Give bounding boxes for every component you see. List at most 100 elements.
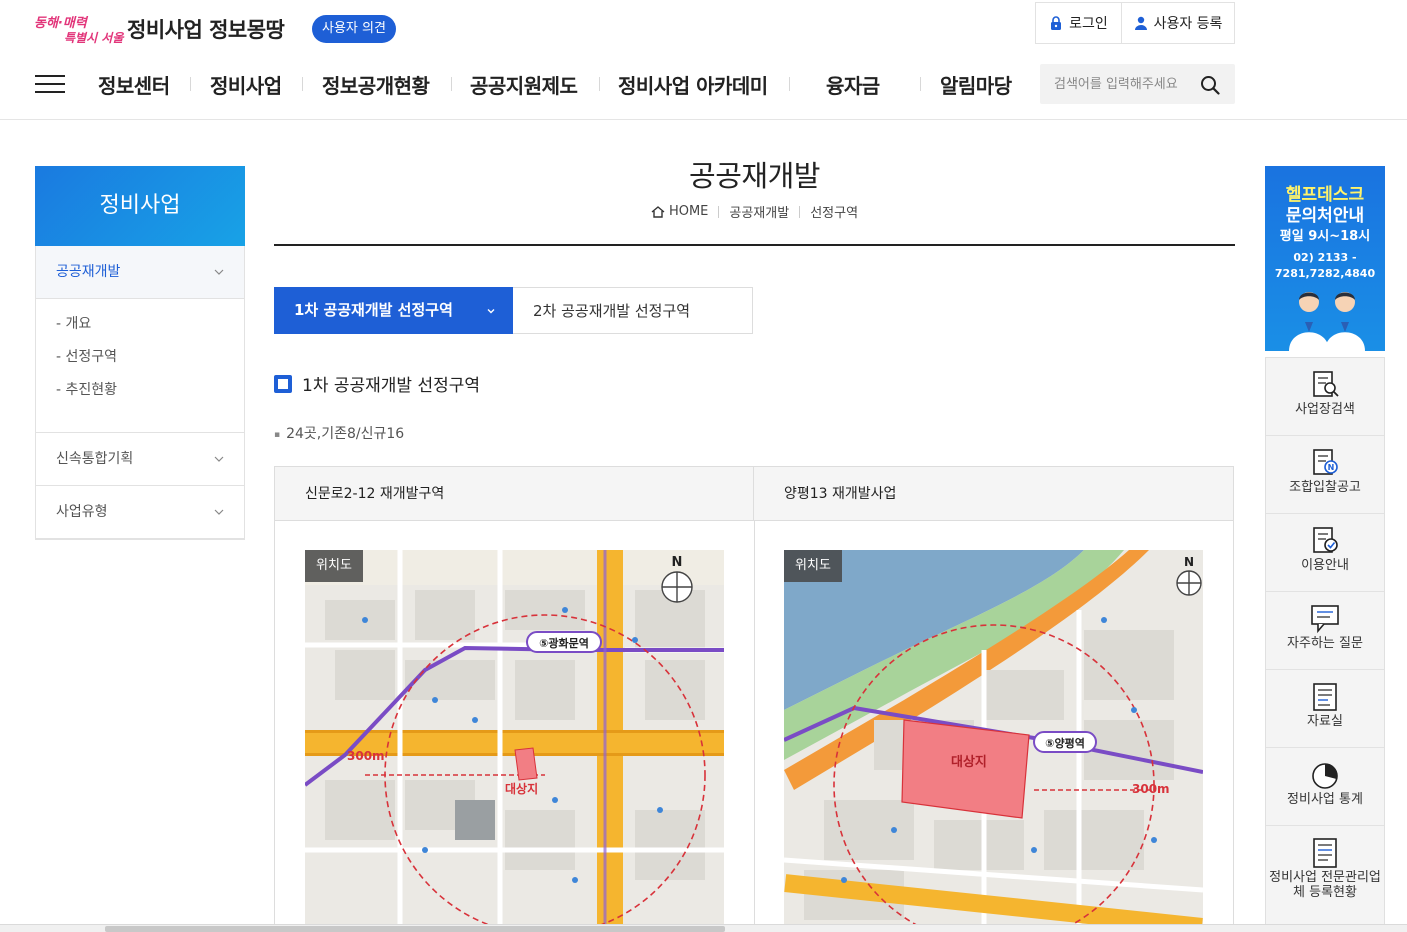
map-radius-label: 300m	[1132, 782, 1170, 796]
quick-item-label: 조합입찰공고	[1289, 480, 1361, 495]
gnb-item-info-center[interactable]: 정보센터	[98, 70, 170, 99]
helpdesk-subtitle: 문의처안내	[1285, 206, 1365, 226]
sidebar-item-label: 사업유형	[56, 504, 108, 520]
location-map-yangpyeong[interactable]: 위치도 ⑤양평역 대상지 300m N	[784, 550, 1203, 930]
card-title-sinmunro: 신문로2-12 재개발구역	[275, 467, 754, 521]
gnb-item-academy[interactable]: 정비사업 아카데미	[618, 70, 768, 99]
quick-item-statistics[interactable]: 정비사업 통계	[1266, 748, 1384, 826]
quick-item-bid-notice[interactable]: N 조합입찰공고	[1266, 436, 1384, 514]
document-search-icon	[1313, 371, 1339, 397]
sidebar-item-label: 신속통합기획	[56, 451, 134, 467]
user-opinion-button[interactable]: 사용자 의견	[312, 15, 396, 43]
search-input[interactable]	[1054, 74, 1194, 94]
area-cards: 신문로2-12 재개발구역 양평13 재개발사업 위치도 ⑤광화문역 300m …	[274, 466, 1234, 932]
lock-icon	[1051, 16, 1062, 30]
section-title-text: 1차 공공재개발 선정구역	[302, 376, 481, 396]
page-title: 공공재개발	[689, 159, 820, 193]
quick-item-label: 정비사업 전문관리업체 등록현황	[1269, 870, 1381, 900]
sidebar-sub-overview[interactable]: - 개요	[56, 313, 244, 346]
quick-item-label: 자주하는 질문	[1287, 636, 1363, 651]
seoul-logo[interactable]: 동해·매력 특별시 서울	[34, 12, 124, 48]
registry-document-icon	[1313, 838, 1337, 868]
quick-menu: 사업장검색 N 조합입찰공고 이용안내 자주하는 질문 자료실 정비사업 통계 …	[1265, 357, 1385, 932]
sidebar-title: 정비사업	[35, 166, 245, 246]
login-button[interactable]: 로그인	[1036, 3, 1122, 43]
chevron-down-icon	[214, 456, 224, 462]
sidebar-sub-progress[interactable]: - 추진현황	[56, 379, 244, 412]
chevron-down-icon	[487, 309, 495, 314]
gnb-item-public-support[interactable]: 공공지원제도	[470, 70, 578, 99]
breadcrumb: HOME 공공재개발 선정구역	[274, 202, 1235, 221]
home-icon	[651, 205, 665, 218]
map-target-label: 대상지	[951, 755, 987, 770]
horizontal-scrollbar[interactable]	[0, 924, 1407, 932]
sidebar-item-public-redevelopment[interactable]: 공공재개발	[36, 246, 244, 299]
document-new-icon: N	[1313, 449, 1338, 475]
user-icon	[1134, 16, 1147, 30]
archive-document-icon	[1313, 683, 1337, 711]
quick-item-label: 사업장검색	[1295, 402, 1355, 417]
map-label: 위치도	[305, 550, 363, 582]
chat-document-icon	[1311, 605, 1339, 634]
gnb-item-loan[interactable]: 융자금	[826, 70, 880, 99]
scrollbar-thumb[interactable]	[105, 926, 725, 932]
quick-item-faq[interactable]: 자주하는 질문	[1266, 592, 1384, 670]
register-label: 사용자 등록	[1153, 16, 1223, 32]
svg-text:N: N	[1328, 463, 1335, 472]
map-target-label: 대상지	[505, 781, 538, 796]
gnb-divider	[302, 77, 303, 91]
breadcrumb-current[interactable]: 선정구역	[810, 202, 858, 221]
site-title[interactable]: 정비사업 정보몽땅	[127, 14, 285, 44]
tab-label: 2차 공공재개발 선정구역	[533, 302, 691, 320]
utility-menu: 로그인 사용자 등록	[1035, 2, 1235, 44]
gnb-divider	[599, 77, 600, 91]
helpdesk-phone: 02) 2133 - 7281,7282,4840	[1274, 251, 1376, 280]
chevron-down-icon	[214, 269, 224, 275]
page-root: 동해·매력 특별시 서울 정비사업 정보몽땅 사용자 의견 로그인 사용자 등록	[0, 0, 1407, 932]
menu-icon[interactable]	[35, 75, 65, 93]
quick-item-archive[interactable]: 자료실	[1266, 670, 1384, 748]
gnb-item-maintenance[interactable]: 정비사업	[210, 70, 282, 99]
chevron-down-icon	[214, 509, 224, 515]
quick-item-label: 정비사업 통계	[1287, 792, 1363, 807]
map-north-label: N	[1184, 555, 1194, 569]
breadcrumb-home-label: HOME	[668, 204, 709, 219]
quick-item-site-search[interactable]: 사업장검색	[1266, 358, 1384, 436]
helpdesk-banner[interactable]: 헬프데스크 문의처안내 평일 9시~18시 02) 2133 - 7281,72…	[1265, 166, 1385, 351]
sidebar-item-fast-track[interactable]: 신속통합기획	[36, 433, 244, 486]
title-divider	[274, 244, 1235, 246]
map-station-label: ⑤광화문역	[539, 636, 589, 650]
gnb-divider	[920, 77, 921, 91]
gnb-divider	[451, 77, 452, 91]
gnb-divider	[789, 77, 790, 91]
register-button[interactable]: 사용자 등록	[1122, 3, 1234, 43]
map-radius-label: 300m	[347, 749, 385, 763]
location-map-sinmunro[interactable]: 위치도 ⑤광화문역 300m 대상지 N	[305, 550, 724, 930]
sidebar-nav: 공공재개발 - 개요 - 선정구역 - 추진현황 신속통합기획 사업유형	[35, 246, 245, 540]
tab-first-round[interactable]: 1차 공공재개발 선정구역	[274, 287, 513, 334]
breadcrumb-item[interactable]: 공공재개발	[729, 202, 789, 221]
helpdesk-hours: 평일 9시~18시	[1279, 229, 1371, 244]
section-title: 1차 공공재개발 선정구역	[274, 371, 480, 396]
quick-item-management-registry[interactable]: 정비사업 전문관리업체 등록현황	[1266, 826, 1384, 932]
tab-second-round[interactable]: 2차 공공재개발 선정구역	[513, 287, 753, 334]
quick-item-label: 이용안내	[1301, 558, 1349, 573]
breadcrumb-home[interactable]: HOME	[651, 204, 708, 219]
square-bullet-icon	[274, 374, 292, 393]
quick-item-guide[interactable]: 이용안내	[1266, 514, 1384, 592]
gnb-item-notice[interactable]: 알림마당	[940, 70, 1012, 99]
card-title-yangpyeong: 양평13 재개발사업	[754, 467, 1233, 521]
document-check-icon	[1313, 527, 1338, 553]
map-station-label: ⑤양평역	[1045, 736, 1085, 750]
gnb-divider	[190, 77, 191, 91]
login-label: 로그인	[1069, 16, 1108, 32]
helpdesk-staff-icon	[1289, 292, 1365, 351]
logo-line-2: 특별시 서울	[64, 31, 124, 45]
map-yangpyeong-graphic: ⑤양평역 대상지 300m N	[784, 550, 1203, 930]
search-icon[interactable]	[1200, 75, 1220, 95]
sidebar-sub-selected-areas[interactable]: - 선정구역	[56, 346, 244, 379]
map-sinmunro-graphic: ⑤광화문역 300m 대상지 N	[305, 550, 724, 930]
sidebar-item-project-type[interactable]: 사업유형	[36, 486, 244, 539]
gnb-item-disclosure[interactable]: 정보공개현황	[322, 70, 430, 99]
quick-item-label: 자료실	[1307, 714, 1343, 729]
